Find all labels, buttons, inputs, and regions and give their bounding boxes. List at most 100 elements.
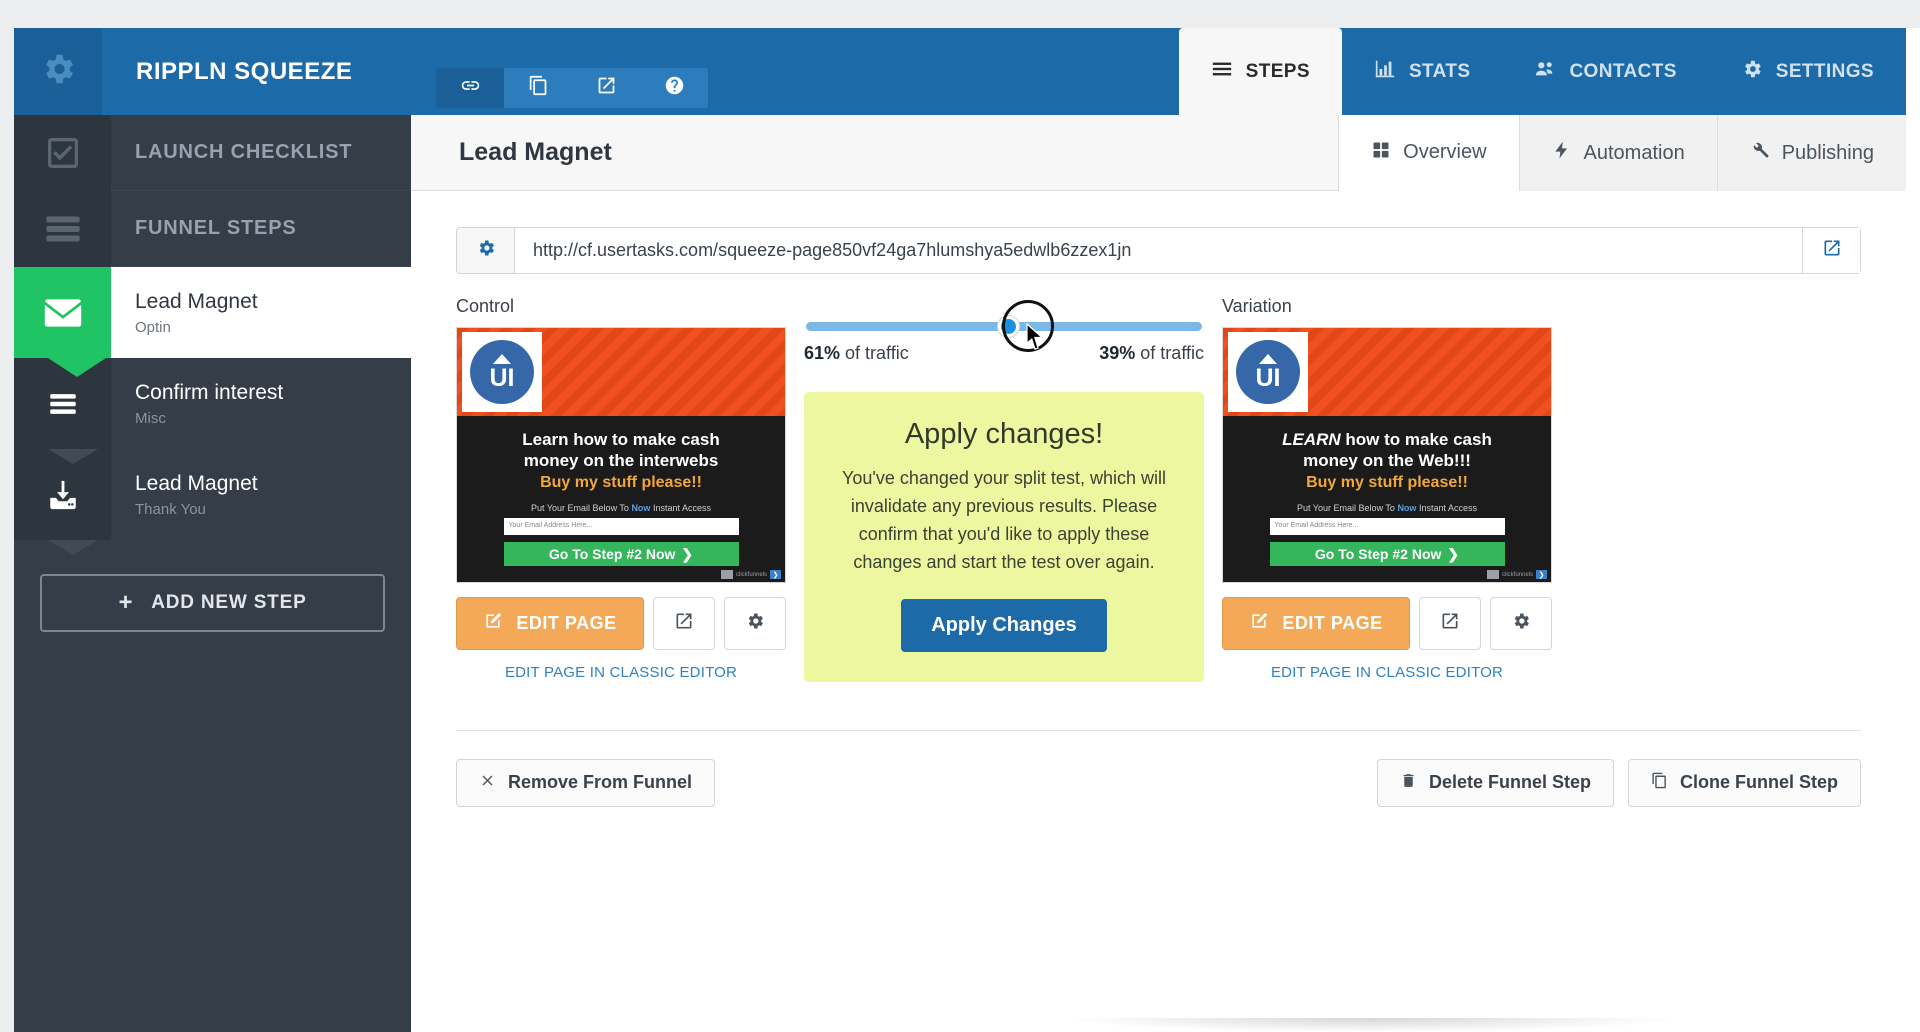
tab-overview[interactable]: Overview xyxy=(1338,115,1519,191)
pencil-square-icon xyxy=(483,611,503,636)
variation-preview-button[interactable] xyxy=(1419,597,1481,650)
preview-hero: UI xyxy=(457,328,785,416)
url-value[interactable]: http://cf.usertasks.com/squeeze-page850v… xyxy=(515,228,1802,273)
step-title: Lead Magnet xyxy=(135,472,258,496)
brand-title: RIPPLN SQUEEZE xyxy=(136,57,353,85)
add-new-step-button[interactable]: + ADD NEW STEP xyxy=(40,574,385,632)
quick-action-icon-group xyxy=(436,68,708,108)
triangle-icon xyxy=(1259,353,1277,364)
small-c: Instant Access xyxy=(1418,503,1477,514)
ui-logo-circle: UI xyxy=(1236,340,1300,404)
content-tabs: Overview Automation Publishing xyxy=(1338,115,1906,191)
nav-tab-steps[interactable]: STEPS xyxy=(1178,28,1342,115)
triangle-icon xyxy=(493,353,511,364)
split-test-controls: 61% of traffic 39% of traffic Apply chan… xyxy=(804,296,1204,682)
sidebar-item-funnel-steps[interactable]: FUNNEL STEPS xyxy=(14,190,411,267)
link-icon xyxy=(460,75,481,101)
external-link-icon xyxy=(1822,238,1842,263)
remove-from-funnel-button[interactable]: Remove From Funnel xyxy=(456,758,716,807)
control-settings-button[interactable] xyxy=(724,597,786,650)
control-percent-value: 61% xyxy=(804,343,841,363)
apply-changes-button[interactable]: Apply Changes xyxy=(901,598,1107,652)
control-label: Control xyxy=(456,296,515,316)
step-subtitle: Misc xyxy=(135,409,166,427)
variation-percent-suffix: of traffic xyxy=(1135,343,1204,363)
headline-line2: money on the Web!!! xyxy=(1303,450,1471,470)
control-preview-button[interactable] xyxy=(653,597,715,650)
nav-tab-stats[interactable]: STATS xyxy=(1342,28,1502,115)
preview-subhead: Buy my stuff please!! xyxy=(540,474,702,492)
variation-column: Variation UI LEARN how to make cash mone… xyxy=(1222,296,1552,682)
variation-traffic-percent: 39% of traffic xyxy=(1099,343,1204,364)
preview-logo: UI xyxy=(462,332,542,412)
tab-label: Publishing xyxy=(1781,141,1874,164)
sidebar-step-labels: Lead Magnet Optin xyxy=(111,289,258,335)
tab-automation[interactable]: Automation xyxy=(1518,115,1717,191)
add-new-step-label: ADD NEW STEP xyxy=(151,592,307,613)
app-settings-button[interactable] xyxy=(14,28,102,115)
sidebar-header-label: LAUNCH CHECKLIST xyxy=(135,141,353,163)
badge-block-icon xyxy=(1486,570,1499,579)
page-url-bar: http://cf.usertasks.com/squeeze-page850v… xyxy=(456,227,1861,274)
variation-classic-editor-link[interactable]: EDIT PAGE IN CLASSIC EDITOR xyxy=(1222,664,1552,681)
headline-line1: how to make cash xyxy=(1340,430,1492,449)
variation-label: Variation xyxy=(1222,296,1292,316)
control-page-preview[interactable]: UI Learn how to make cash money on the i… xyxy=(456,327,786,583)
grid-icon xyxy=(1371,140,1391,166)
traffic-percentages: 61% of traffic 39% of traffic xyxy=(804,343,1204,364)
headline-emphasis: LEARN xyxy=(1282,430,1341,449)
edit-page-label: EDIT PAGE xyxy=(1282,613,1383,633)
control-classic-editor-link[interactable]: EDIT PAGE IN CLASSIC EDITOR xyxy=(456,664,786,681)
cta-label: Go To Step #2 Now xyxy=(1314,546,1442,563)
badge-block-icon xyxy=(720,570,733,579)
badge-text: clickfunnels xyxy=(1501,571,1533,578)
delete-funnel-step-button[interactable]: Delete Funnel Step xyxy=(1376,758,1614,807)
small-a: Put Your Email Below To xyxy=(531,503,629,514)
preview-body: LEARN how to make cash money on the Web!… xyxy=(1223,416,1551,567)
url-open-button[interactable] xyxy=(1802,228,1860,273)
sidebar-step-lead-magnet-optin[interactable]: Lead Magnet Optin xyxy=(14,267,411,377)
external-link-icon-button[interactable] xyxy=(572,68,640,108)
preview-headline: LEARN how to make cash money on the Web!… xyxy=(1239,430,1535,471)
pencil-square-icon xyxy=(1249,611,1269,636)
small-c: Instant Access xyxy=(652,503,711,514)
link-icon-button[interactable] xyxy=(436,68,504,108)
variation-page-preview[interactable]: UI LEARN how to make cash money on the W… xyxy=(1222,327,1552,583)
preview-small-text: Put Your Email Below To Now Instant Acce… xyxy=(1239,503,1535,513)
variation-percent-value: 39% xyxy=(1099,343,1136,363)
edit-page-label: EDIT PAGE xyxy=(516,613,617,633)
x-icon xyxy=(479,772,496,794)
app-window: RIPPLN SQUEEZE STEPS STATS CONTACTS SETT… xyxy=(14,28,1906,1032)
footer-actions: Remove From Funnel Delete Funnel Step Cl… xyxy=(456,758,1861,807)
control-edit-page-button[interactable]: EDIT PAGE xyxy=(456,597,644,650)
nav-tab-contacts[interactable]: CONTACTS xyxy=(1502,28,1708,115)
badge-arrow-icon: ❯ xyxy=(770,570,781,579)
logo-text: UI xyxy=(1255,363,1281,392)
page-left-margin xyxy=(0,0,14,1032)
copy-icon xyxy=(1651,772,1668,794)
url-settings-button[interactable] xyxy=(457,228,515,273)
headline-line1: Learn how to make cash xyxy=(522,430,720,449)
control-traffic-percent: 61% of traffic xyxy=(804,343,909,364)
bottom-shadow xyxy=(1071,1018,1671,1032)
sidebar-item-launch-checklist[interactable]: LAUNCH CHECKLIST xyxy=(14,114,411,191)
badge-arrow-icon: ❯ xyxy=(1536,570,1547,579)
bar-chart-icon xyxy=(1374,58,1396,86)
delete-funnel-step-label: Delete Funnel Step xyxy=(1428,772,1591,793)
variation-edit-page-button[interactable]: EDIT PAGE xyxy=(1222,597,1410,650)
tab-label: Automation xyxy=(1583,141,1685,164)
traffic-split-slider[interactable] xyxy=(806,316,1202,337)
copy-icon-button[interactable] xyxy=(504,68,572,108)
clone-funnel-step-button[interactable]: Clone Funnel Step xyxy=(1627,758,1861,807)
traffic-split-slider-handle[interactable] xyxy=(997,316,1019,337)
small-a: Put Your Email Below To xyxy=(1297,503,1395,514)
control-button-row: EDIT PAGE xyxy=(456,597,786,650)
nav-tab-label: STEPS xyxy=(1245,60,1310,82)
nav-tab-settings[interactable]: SETTINGS xyxy=(1709,28,1906,115)
tab-publishing[interactable]: Publishing xyxy=(1716,115,1906,191)
variation-settings-button[interactable] xyxy=(1490,597,1552,650)
preview-cta-button: Go To Step #2 Now ❯ xyxy=(1269,542,1505,567)
preview-footer-badge: clickfunnels ❯ xyxy=(720,570,781,579)
help-icon-button[interactable] xyxy=(640,68,708,108)
clone-funnel-step-label: Clone Funnel Step xyxy=(1679,772,1838,793)
